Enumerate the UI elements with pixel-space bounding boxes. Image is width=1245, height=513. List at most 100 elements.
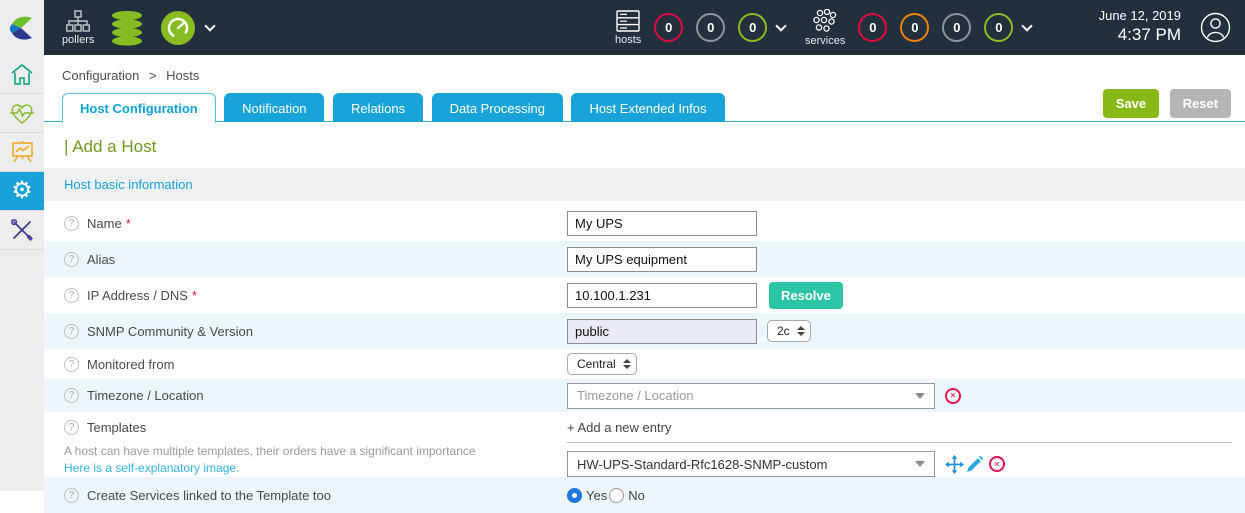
- radio-yes[interactable]: [567, 488, 582, 503]
- templates-control-cell: + Add a new entry HW-UPS-Standard-Rfc162…: [567, 412, 1245, 477]
- form-row-alias: ? Alias: [44, 241, 1245, 277]
- breadcrumb-hosts[interactable]: Hosts: [166, 68, 199, 83]
- services-warning-badge[interactable]: 0: [900, 13, 929, 42]
- gear-icon: ⚙: [11, 179, 33, 203]
- top-header-bar: pollers hosts 0 0 0: [0, 0, 1245, 55]
- required-marker: *: [192, 288, 197, 303]
- services-unknown-count: 0: [953, 20, 960, 35]
- sidebar-item-home[interactable]: [0, 55, 44, 94]
- snmp-version-value: 2c: [777, 324, 790, 338]
- sidebar-item-administration[interactable]: [0, 211, 44, 250]
- breadcrumb: Configuration > Hosts: [44, 55, 1245, 92]
- hosts-up-count: 0: [749, 20, 756, 35]
- hosts-down-badge[interactable]: 0: [654, 13, 683, 42]
- help-icon[interactable]: ?: [64, 324, 79, 339]
- templates-help-link[interactable]: Here is a self-explanatory image.: [64, 461, 239, 475]
- services-status-cluster: services 0 0 0 0: [805, 0, 1031, 55]
- home-icon: [10, 63, 34, 86]
- name-input[interactable]: [567, 211, 757, 236]
- snmp-label-cell: ? SNMP Community & Version: [44, 324, 567, 339]
- help-icon[interactable]: ?: [64, 388, 79, 403]
- help-icon[interactable]: ?: [64, 488, 79, 503]
- name-label-cell: ? Name *: [44, 216, 567, 231]
- sidebar-nav: ⚙: [0, 55, 44, 491]
- form-row-name: ? Name *: [44, 205, 1245, 241]
- heartbeat-icon: [9, 102, 35, 125]
- database-status-button[interactable]: [110, 10, 144, 46]
- sidebar-item-monitoring[interactable]: [0, 94, 44, 133]
- help-icon[interactable]: ?: [64, 252, 79, 267]
- snmp-control-cell: 2c: [567, 319, 1245, 344]
- services-label: services: [805, 35, 845, 47]
- create-services-control-cell: Yes No: [567, 488, 1245, 503]
- breadcrumb-separator: >: [149, 68, 157, 83]
- form-row-monitored-from: ? Monitored from Central: [44, 349, 1245, 379]
- hosts-label: hosts: [615, 34, 641, 46]
- snmp-version-select[interactable]: 2c: [767, 320, 811, 342]
- form-row-templates: ? Templates A host can have multiple tem…: [44, 412, 1245, 477]
- timezone-select[interactable]: Timezone / Location: [567, 383, 935, 409]
- edit-pencil-icon[interactable]: [966, 456, 983, 473]
- section-header-host-basic-information: Host basic information: [44, 168, 1245, 201]
- tab-notification[interactable]: Notification: [224, 93, 324, 122]
- select-spinner-icon: [623, 359, 631, 369]
- alias-input[interactable]: [567, 247, 757, 272]
- main-content: Configuration > Hosts Host Configuration…: [44, 55, 1245, 491]
- centreon-logo[interactable]: [0, 0, 44, 55]
- move-icon[interactable]: [945, 455, 964, 474]
- database-icon: [110, 10, 144, 46]
- page-title: | Add a Host: [44, 122, 1245, 168]
- hosts-up-badge[interactable]: 0: [738, 13, 767, 42]
- services-unknown-badge[interactable]: 0: [942, 13, 971, 42]
- alias-label-cell: ? Alias: [44, 252, 567, 267]
- resolve-button[interactable]: Resolve: [769, 282, 843, 309]
- template-entry-actions: ✕: [945, 455, 1007, 474]
- create-services-label-cell: ? Create Services linked to the Template…: [44, 488, 567, 503]
- form-row-create-services: ? Create Services linked to the Template…: [44, 477, 1245, 513]
- radio-no[interactable]: [609, 488, 624, 503]
- ip-control-cell: Resolve: [567, 282, 1245, 309]
- monitored-from-select[interactable]: Central: [567, 353, 637, 375]
- snmp-community-input[interactable]: [567, 319, 757, 344]
- form-row-ip-address: ? IP Address / DNS * Resolve: [44, 277, 1245, 313]
- tab-host-configuration[interactable]: Host Configuration: [62, 93, 216, 123]
- clear-timezone-icon[interactable]: ✕: [945, 388, 961, 404]
- services-menu[interactable]: services: [805, 9, 845, 47]
- clock: June 12, 2019 4:37 PM: [1099, 8, 1181, 45]
- name-label: Name: [87, 216, 122, 231]
- delete-template-icon[interactable]: ✕: [989, 456, 1005, 472]
- help-icon[interactable]: ?: [64, 420, 79, 435]
- timezone-placeholder: Timezone / Location: [577, 388, 694, 403]
- template-select[interactable]: HW-UPS-Standard-Rfc1628-SNMP-custom: [567, 451, 935, 477]
- services-ok-badge[interactable]: 0: [984, 13, 1013, 42]
- help-icon[interactable]: ?: [64, 288, 79, 303]
- ip-address-input[interactable]: [567, 283, 757, 308]
- sidebar-item-reporting[interactable]: [0, 133, 44, 172]
- help-icon[interactable]: ?: [64, 216, 79, 231]
- reset-button[interactable]: Reset: [1170, 89, 1231, 118]
- select-spinner-icon: [797, 326, 805, 336]
- tab-host-extended-infos[interactable]: Host Extended Infos: [571, 93, 724, 122]
- gauge-icon: [160, 10, 196, 46]
- tab-relations[interactable]: Relations: [333, 93, 423, 122]
- services-chevron-down-icon[interactable]: [1022, 20, 1033, 31]
- sidebar-item-configuration[interactable]: ⚙: [0, 172, 44, 211]
- save-button[interactable]: Save: [1103, 89, 1159, 118]
- tab-data-processing[interactable]: Data Processing: [432, 93, 563, 122]
- alias-control-cell: [567, 247, 1245, 272]
- radio-no-label: No: [628, 488, 645, 503]
- add-template-entry-link[interactable]: + Add a new entry: [567, 415, 1232, 443]
- hosts-icon: [616, 10, 640, 32]
- hosts-menu[interactable]: hosts: [615, 10, 641, 46]
- hosts-unreachable-badge[interactable]: 0: [696, 13, 725, 42]
- services-critical-badge[interactable]: 0: [858, 13, 887, 42]
- alias-label: Alias: [87, 252, 115, 267]
- hosts-chevron-down-icon[interactable]: [776, 20, 787, 31]
- breadcrumb-configuration[interactable]: Configuration: [62, 68, 139, 83]
- user-menu-button[interactable]: [1200, 12, 1231, 48]
- help-icon[interactable]: ?: [64, 357, 79, 372]
- template-value: HW-UPS-Standard-Rfc1628-SNMP-custom: [577, 457, 827, 472]
- platform-status-button[interactable]: [160, 10, 214, 46]
- templates-label-cell: ? Templates A host can have multiple tem…: [44, 412, 567, 475]
- pollers-menu[interactable]: pollers: [62, 10, 94, 46]
